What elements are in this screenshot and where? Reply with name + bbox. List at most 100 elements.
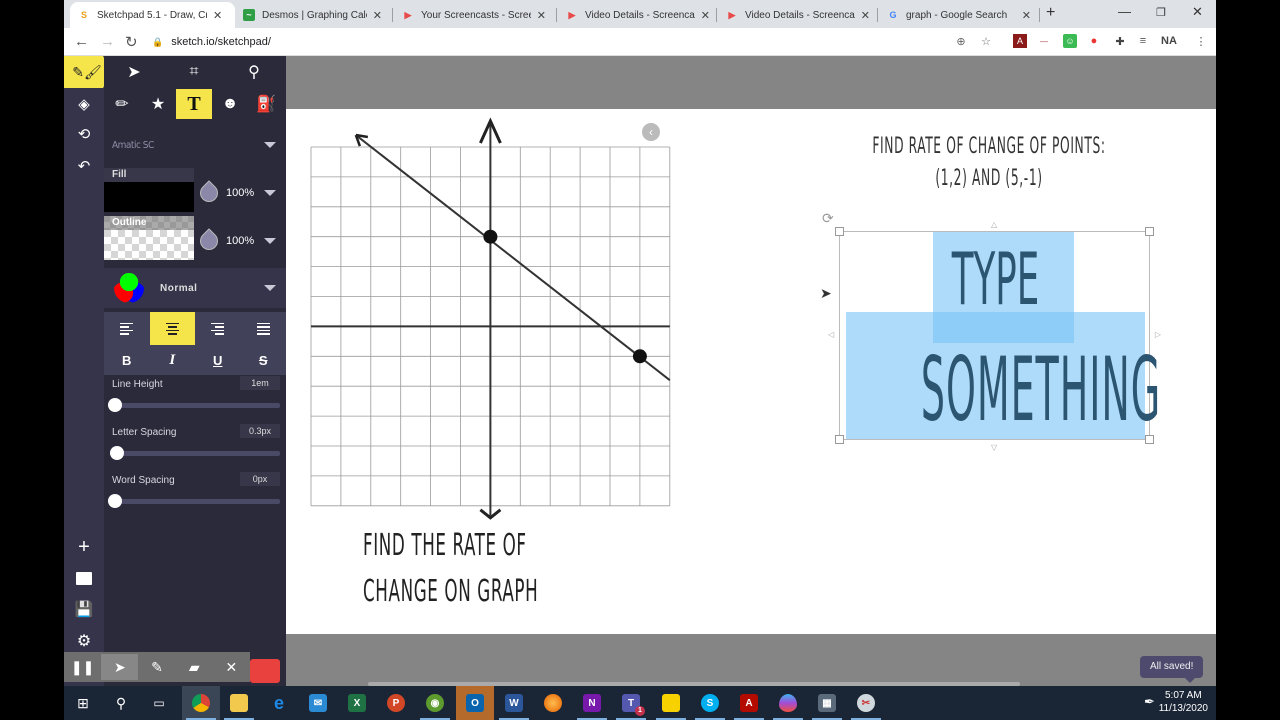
pencil-tool[interactable]: ✏ bbox=[104, 89, 140, 119]
restore-button[interactable]: ❐ bbox=[1156, 6, 1166, 19]
close-window-button[interactable]: ✕ bbox=[1192, 4, 1203, 20]
stamp-tool[interactable]: ★ bbox=[140, 89, 176, 119]
collapse-button[interactable]: ‹ bbox=[642, 123, 660, 141]
emoji-tool[interactable]: ☻ bbox=[212, 89, 248, 119]
taskbar-edge[interactable]: e bbox=[260, 686, 298, 720]
taskbar-powerpoint[interactable]: P bbox=[377, 686, 415, 720]
pen-tool-button[interactable]: ✎ bbox=[138, 654, 175, 680]
resize-handle-top[interactable]: △ bbox=[991, 220, 997, 229]
new-tab-button[interactable]: + bbox=[1046, 4, 1055, 22]
close-tab-icon[interactable]: ✕ bbox=[701, 9, 710, 22]
save-button[interactable]: 💾 bbox=[64, 594, 104, 624]
resize-handle-right[interactable]: ▷ bbox=[1155, 330, 1161, 339]
fill-tool[interactable]: ⛽ bbox=[248, 89, 284, 119]
start-button[interactable]: ⊞ bbox=[64, 686, 102, 720]
back-button[interactable]: ← bbox=[74, 33, 89, 50]
taskbar-camera[interactable]: ◉ bbox=[416, 686, 454, 720]
taskbar-onenote[interactable]: N bbox=[573, 686, 611, 720]
address-bar[interactable]: 🔒 sketch.io/sketchpad/ bbox=[152, 31, 974, 53]
outline-color-swatch[interactable]: Outline bbox=[104, 216, 194, 260]
line-height-slider[interactable] bbox=[116, 403, 280, 408]
outline-opacity-dropdown[interactable]: 100% bbox=[196, 228, 277, 254]
acrobat-extension-icon[interactable]: A bbox=[1013, 34, 1027, 48]
word-spacing-value[interactable]: 0px bbox=[240, 472, 280, 486]
close-tab-icon[interactable]: ✕ bbox=[1022, 9, 1031, 22]
taskbar-file-explorer[interactable] bbox=[220, 686, 258, 720]
taskbar-paint-3d[interactable] bbox=[769, 686, 807, 720]
system-clock[interactable]: 5:07 AM 11/13/2020 bbox=[1159, 689, 1208, 715]
taskbar-excel[interactable]: X bbox=[338, 686, 376, 720]
open-folder-button[interactable] bbox=[64, 563, 104, 593]
taskbar-chrome[interactable] bbox=[182, 686, 220, 720]
search-button[interactable]: ⚲ bbox=[102, 686, 140, 720]
reload-button[interactable]: ↻ bbox=[125, 33, 138, 51]
blend-mode-dropdown[interactable]: Normal bbox=[104, 268, 286, 308]
install-icon[interactable]: ⊕ bbox=[954, 34, 968, 48]
text-tool[interactable]: T bbox=[176, 89, 212, 119]
line-height-value[interactable]: 1em bbox=[240, 376, 280, 390]
extension-icon[interactable]: — bbox=[1037, 34, 1051, 48]
select-tool[interactable]: ➤ bbox=[116, 57, 152, 87]
new-button[interactable]: + bbox=[64, 532, 104, 562]
tab-video-details-2[interactable]: ▶ Video Details - Screencas ✕ bbox=[718, 2, 878, 28]
extensions-puzzle-icon[interactable]: ✚ bbox=[1113, 34, 1127, 48]
stop-recording-button[interactable] bbox=[250, 659, 280, 683]
taskbar-outlook[interactable]: O bbox=[456, 686, 494, 720]
zoom-tool[interactable]: ⚲ bbox=[236, 57, 272, 87]
slider-handle[interactable] bbox=[108, 494, 122, 508]
rotate-handle-icon[interactable]: ⟳ bbox=[822, 210, 834, 227]
pen-menu-icon[interactable]: ✒ bbox=[1144, 694, 1155, 710]
font-selector[interactable]: Amatic SC bbox=[104, 132, 286, 158]
bookmark-star-icon[interactable]: ☆ bbox=[979, 34, 993, 48]
slider-handle[interactable] bbox=[108, 398, 122, 412]
undo-button[interactable]: ↶ bbox=[64, 151, 104, 181]
screencastify-extension-icon[interactable]: ● bbox=[1087, 34, 1101, 48]
graph-caption[interactable]: FIND THE RATE OF CHANGE ON GRAPH bbox=[363, 523, 538, 615]
align-center-button[interactable] bbox=[149, 312, 195, 345]
letter-spacing-slider[interactable] bbox=[116, 451, 280, 456]
task-view-button[interactable]: ▭ bbox=[140, 686, 178, 720]
taskbar-mail[interactable]: ✉ bbox=[299, 686, 337, 720]
taskbar-firefox[interactable] bbox=[534, 686, 572, 720]
resize-handle[interactable] bbox=[835, 227, 844, 236]
minimize-button[interactable]: — bbox=[1118, 4, 1131, 19]
taskbar-skype[interactable]: S bbox=[691, 686, 729, 720]
layers-button[interactable]: ◈ bbox=[64, 89, 104, 119]
close-tab-icon[interactable]: ✕ bbox=[861, 9, 870, 22]
slider-handle[interactable] bbox=[110, 446, 124, 460]
crop-tool[interactable]: ⌗ bbox=[176, 57, 212, 87]
profile-avatar[interactable]: NA bbox=[1158, 34, 1180, 48]
italic-button[interactable]: I bbox=[150, 345, 196, 375]
resize-handle[interactable] bbox=[1145, 227, 1154, 236]
problem-text[interactable]: FIND RATE OF CHANGE OF POINTS: (1,2) AND… bbox=[840, 131, 1138, 195]
selected-text-box[interactable]: TYPE SOMETHING △ ▽ ◁ ▷ ⟳ bbox=[822, 210, 1161, 452]
forward-button[interactable]: → bbox=[100, 33, 115, 50]
extension-icon[interactable]: ☺ bbox=[1063, 34, 1077, 48]
strikethrough-button[interactable]: S bbox=[241, 345, 287, 375]
resize-handle-left[interactable]: ◁ bbox=[828, 330, 834, 339]
close-toolbar-button[interactable]: ✕ bbox=[213, 654, 250, 680]
taskbar-sticky-notes[interactable] bbox=[652, 686, 690, 720]
menu-kebab-icon[interactable]: ⋮ bbox=[1194, 34, 1208, 48]
taskbar-teams[interactable]: T1 bbox=[612, 686, 650, 720]
fill-opacity-dropdown[interactable]: 100% bbox=[196, 180, 277, 206]
fill-color-swatch[interactable]: Fill bbox=[104, 168, 194, 212]
taskbar-word[interactable]: W bbox=[495, 686, 533, 720]
bold-button[interactable]: B bbox=[104, 345, 150, 375]
tab-sketchpad[interactable]: S Sketchpad 5.1 - Draw, Cre ✕ bbox=[70, 2, 235, 28]
media-control-icon[interactable]: ≡ bbox=[1136, 34, 1150, 48]
cursor-tool-button[interactable]: ➤ bbox=[101, 654, 139, 680]
taskbar-snipping-tool[interactable]: ✂ bbox=[847, 686, 885, 720]
resize-handle-bottom[interactable]: ▽ bbox=[991, 443, 997, 452]
tab-your-screencasts[interactable]: ▶ Your Screencasts - Screen ✕ bbox=[394, 2, 554, 28]
drawing-canvas[interactable]: ‹ FIND THE RATE OF CHANGE ON GRAPH FIND … bbox=[286, 109, 1216, 634]
align-right-button[interactable] bbox=[195, 312, 241, 345]
align-left-button[interactable] bbox=[104, 312, 150, 345]
resize-handle[interactable] bbox=[1145, 435, 1154, 444]
tab-desmos[interactable]: ~ Desmos | Graphing Calcul ✕ bbox=[235, 2, 390, 28]
justify-button[interactable] bbox=[241, 312, 287, 345]
close-tab-icon[interactable]: ✕ bbox=[213, 9, 222, 22]
tab-video-details-1[interactable]: ▶ Video Details - Screencas ✕ bbox=[558, 2, 718, 28]
resize-handle[interactable] bbox=[835, 435, 844, 444]
close-tab-icon[interactable]: ✕ bbox=[373, 9, 382, 22]
